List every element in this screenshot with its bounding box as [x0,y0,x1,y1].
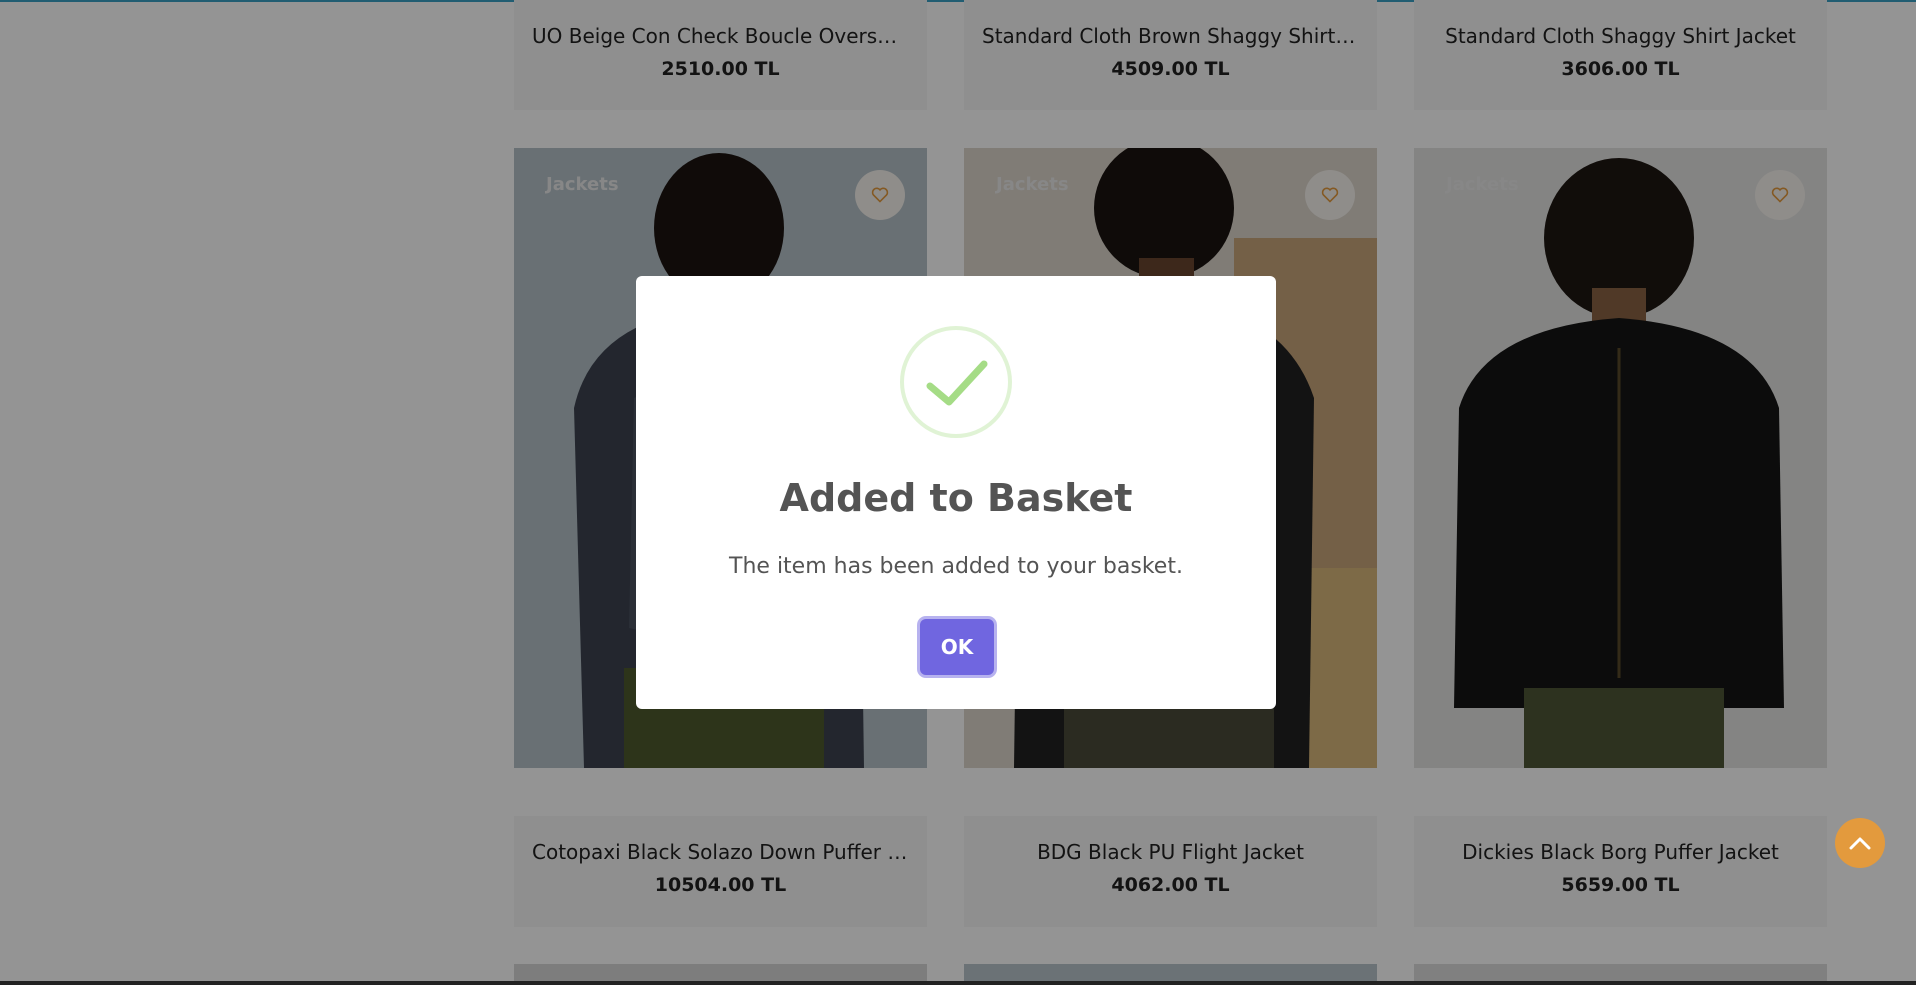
success-icon [900,326,1012,438]
scroll-to-top-button[interactable] [1835,818,1885,868]
checkmark-icon [926,360,988,406]
chevron-up-icon [1849,837,1871,850]
ok-button[interactable]: OK [920,619,994,675]
dialog-title: Added to Basket [779,476,1133,520]
added-to-basket-dialog: Added to Basket The item has been added … [636,276,1276,709]
dialog-message: The item has been added to your basket. [729,554,1183,579]
bottom-edge [0,981,1916,985]
